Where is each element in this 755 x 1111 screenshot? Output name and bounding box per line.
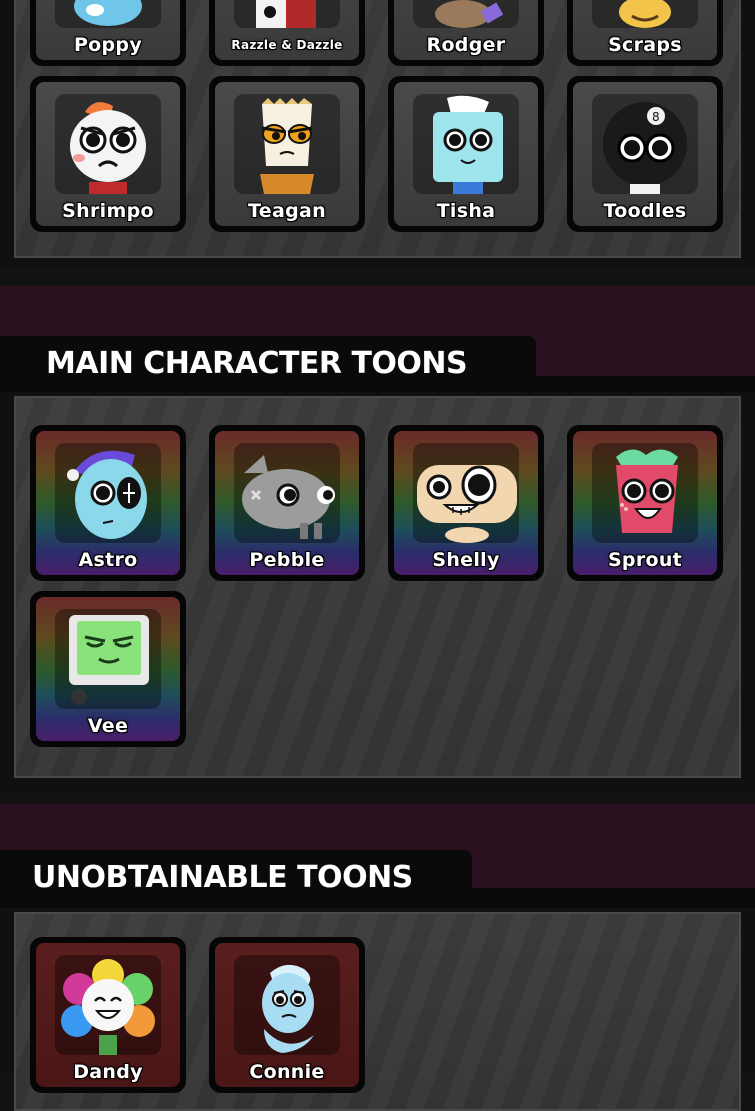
toon-card-connie[interactable]: Connie (209, 937, 365, 1093)
toon-name: Scraps (608, 34, 682, 56)
toon-card-poppy[interactable]: Poppy (30, 0, 186, 66)
toon-card-pebble[interactable]: Pebble (209, 425, 365, 581)
toon-card-shrimpo[interactable]: Shrimpo (30, 76, 186, 232)
toon-card-sprout[interactable]: Sprout (567, 425, 723, 581)
toon-name: Teagan (248, 200, 326, 222)
toon-card-rodger[interactable]: Rodger (388, 0, 544, 66)
toon-name: Poppy (73, 34, 143, 56)
toon-name: Vee (87, 715, 129, 737)
teagan-portrait-icon (234, 94, 340, 194)
toon-card-toodles[interactable]: 8 Toodles (567, 76, 723, 232)
toon-card-vee[interactable]: Vee (30, 591, 186, 747)
toodles-portrait-icon: 8 (592, 94, 698, 194)
toon-card-dandy[interactable]: Dandy (30, 937, 186, 1093)
toon-card-scraps[interactable]: Scraps (567, 0, 723, 66)
toon-card-astro[interactable]: Astro (30, 425, 186, 581)
toon-name: Connie (249, 1061, 325, 1083)
poppy-portrait-icon (55, 0, 161, 28)
scraps-portrait-icon (592, 0, 698, 28)
vee-portrait-icon (55, 609, 161, 709)
toon-card-razzle-dazzle[interactable]: Razzle & Dazzle (209, 0, 365, 66)
sprout-portrait-icon (592, 443, 698, 543)
toon-name: Razzle & Dazzle (231, 38, 343, 52)
toon-name: Shelly (432, 549, 500, 571)
toon-card-shelly[interactable]: Shelly (388, 425, 544, 581)
astro-portrait-icon (55, 443, 161, 543)
pebble-portrait-icon (234, 443, 340, 543)
shelly-portrait-icon (413, 443, 519, 543)
svg-text:8: 8 (652, 110, 660, 124)
shrimpo-portrait-icon (55, 94, 161, 194)
connie-portrait-icon (234, 955, 340, 1055)
toon-name: Tisha (436, 200, 496, 222)
toon-name: Dandy (73, 1061, 143, 1083)
razzle-dazzle-portrait-icon (234, 0, 340, 28)
toon-name: Pebble (249, 549, 325, 571)
section-divider-band (0, 268, 755, 286)
dandy-portrait-icon (55, 955, 161, 1055)
section-divider-band (0, 792, 755, 804)
toon-name: Toodles (603, 200, 687, 222)
toon-card-teagan[interactable]: Teagan (209, 76, 365, 232)
toon-name: Rodger (426, 34, 506, 56)
section-title-main-character-toons: MAIN CHARACTER TOONS (0, 336, 536, 392)
rodger-portrait-icon (413, 0, 519, 28)
toon-card-tisha[interactable]: Tisha (388, 76, 544, 232)
toon-name: Astro (78, 549, 138, 571)
tisha-portrait-icon (413, 94, 519, 194)
toon-name: Sprout (607, 549, 683, 571)
section-title-unobtainable-toons: UNOBTAINABLE TOONS (0, 850, 472, 908)
toon-name: Shrimpo (62, 200, 154, 222)
